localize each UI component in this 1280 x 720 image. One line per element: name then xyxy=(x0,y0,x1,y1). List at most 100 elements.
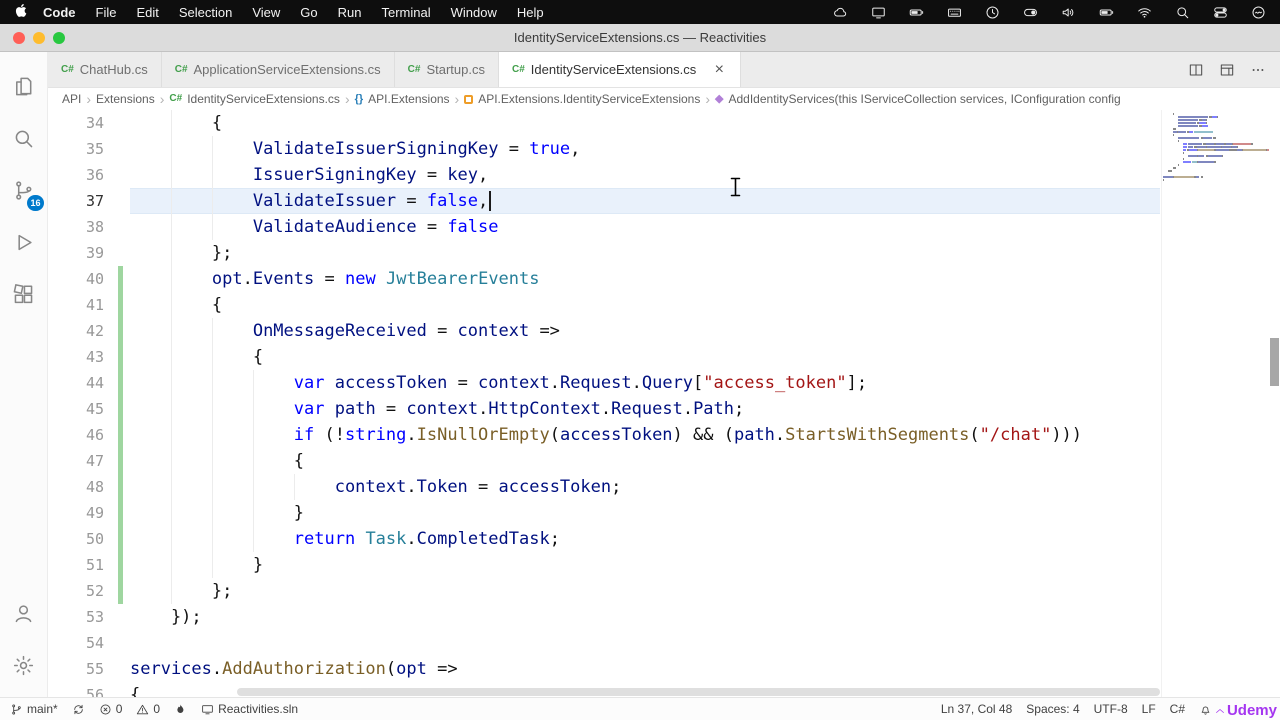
code-line-51[interactable]: } xyxy=(130,552,1160,578)
minimap-line xyxy=(1163,149,1269,151)
line-number[interactable]: 37 xyxy=(48,188,130,214)
code-line-55[interactable]: services.AddAuthorization(opt => xyxy=(130,656,1160,682)
activity-extensions-icon[interactable] xyxy=(0,268,48,320)
activity-source-control-icon[interactable]: 16 xyxy=(0,164,48,216)
cloud-icon[interactable] xyxy=(833,5,848,20)
close-tab-icon[interactable]: × xyxy=(711,61,727,78)
code-line-36[interactable]: IssuerSigningKey = key, xyxy=(130,162,1160,188)
tab-Startup.cs[interactable]: C# Startup.cs xyxy=(394,52,499,87)
status-errors[interactable]: 0 xyxy=(99,702,122,716)
code-line-35[interactable]: ValidateIssuerSigningKey = true, xyxy=(130,136,1160,162)
status-warnings[interactable]: 0 xyxy=(136,702,160,716)
breadcrumb-item[interactable]: API xyxy=(62,92,81,106)
layout-icon[interactable] xyxy=(1219,62,1235,78)
code-line-37[interactable]: ValidateIssuer = false, xyxy=(130,188,1160,214)
minimap[interactable] xyxy=(1161,110,1269,697)
menu-code[interactable]: Code xyxy=(33,5,86,20)
line-number[interactable]: 55 xyxy=(48,656,130,682)
tab-ApplicationServiceExtensions.cs[interactable]: C# ApplicationServiceExtensions.cs xyxy=(161,52,395,87)
menu-go[interactable]: Go xyxy=(290,5,327,20)
breadcrumb-item[interactable]: Extensions xyxy=(96,92,155,106)
code-line-40[interactable]: opt.Events = new JwtBearerEvents xyxy=(130,266,1160,292)
siri-icon[interactable] xyxy=(1251,5,1266,20)
line-number[interactable]: 34 xyxy=(48,110,130,136)
menu-terminal[interactable]: Terminal xyxy=(372,5,441,20)
tab-IdentityServiceExtensions.cs[interactable]: C# IdentityServiceExtensions.cs × xyxy=(499,52,742,87)
code-line-39[interactable]: }; xyxy=(130,240,1160,266)
apple-menu[interactable] xyxy=(14,3,29,21)
keyboard-icon[interactable] xyxy=(947,5,962,20)
code-line-50[interactable]: return Task.CompletedTask; xyxy=(130,526,1160,552)
horizontal-scrollbar[interactable] xyxy=(237,688,1160,696)
code-line-38[interactable]: ValidateAudience = false xyxy=(130,214,1160,240)
tab-ChatHub.cs[interactable]: C# ChatHub.cs xyxy=(48,52,162,87)
clock-icon[interactable] xyxy=(985,5,1000,20)
line-number[interactable]: 54 xyxy=(48,630,130,656)
battery-icon[interactable] xyxy=(1099,5,1114,20)
zoom-window-button[interactable] xyxy=(53,32,65,44)
status-solution[interactable]: Reactivities.sln xyxy=(201,702,298,716)
code-line-48[interactable]: context.Token = accessToken; xyxy=(130,474,1160,500)
breadcrumb-item[interactable]: ◆ AddIdentityServices(this IServiceCollec… xyxy=(715,92,1121,106)
activity-settings-gear-icon[interactable] xyxy=(0,639,48,691)
battery-icon[interactable] xyxy=(909,5,924,20)
activity-account-icon[interactable] xyxy=(0,587,48,639)
code-line-54[interactable] xyxy=(130,630,1160,656)
status-eol[interactable]: LF xyxy=(1142,702,1156,716)
status-encoding[interactable]: UTF-8 xyxy=(1094,702,1128,716)
status-notifications[interactable] xyxy=(1199,703,1212,716)
menu-help[interactable]: Help xyxy=(507,5,554,20)
status-cursor-position[interactable]: Ln 37, Col 48 xyxy=(941,702,1012,716)
code-line-46[interactable]: if (!string.IsNullOrEmpty(accessToken) &… xyxy=(130,422,1160,448)
code-line-47[interactable]: { xyxy=(130,448,1160,474)
line-number[interactable]: 36 xyxy=(48,162,130,188)
line-number[interactable]: 53 xyxy=(48,604,130,630)
line-number[interactable]: 56 xyxy=(48,682,130,697)
line-number[interactable]: 39 xyxy=(48,240,130,266)
menu-run[interactable]: Run xyxy=(328,5,372,20)
code-line-52[interactable]: }; xyxy=(130,578,1160,604)
window-title-bar[interactable]: IdentityServiceExtensions.cs — Reactivit… xyxy=(0,24,1280,52)
volume-icon[interactable] xyxy=(1061,5,1076,20)
status-git-branch[interactable]: main* xyxy=(10,702,58,716)
code-line-42[interactable]: OnMessageReceived = context => xyxy=(130,318,1160,344)
activity-search-icon[interactable] xyxy=(0,112,48,164)
apple-icon[interactable] xyxy=(14,3,29,18)
code-line-41[interactable]: { xyxy=(130,292,1160,318)
line-number[interactable]: 35 xyxy=(48,136,130,162)
vertical-scrollbar[interactable] xyxy=(1269,110,1280,697)
code-line-34[interactable]: { xyxy=(130,110,1160,136)
status-omnisharp-flame[interactable] xyxy=(174,703,187,716)
menu-edit[interactable]: Edit xyxy=(126,5,168,20)
code-line-49[interactable]: } xyxy=(130,500,1160,526)
more-actions-icon[interactable] xyxy=(1250,62,1266,78)
vertical-scrollbar-thumb[interactable] xyxy=(1270,338,1279,386)
code-line-43[interactable]: { xyxy=(130,344,1160,370)
breadcrumb-item[interactable]: API.Extensions.IdentityServiceExtensions xyxy=(464,92,700,106)
code-area[interactable]: { ValidateIssuerSigningKey = true, Issue… xyxy=(130,110,1160,697)
spotlight-search-icon[interactable] xyxy=(1175,5,1190,20)
screen: Code File Edit Selection View Go Run Terminal Wi… xyxy=(0,0,1280,720)
control-center-icon[interactable] xyxy=(1213,5,1228,20)
display-icon[interactable] xyxy=(871,5,886,20)
breadcrumb-item[interactable]: C# IdentityServiceExtensions.cs xyxy=(169,92,340,106)
status-indentation[interactable]: Spaces: 4 xyxy=(1026,702,1079,716)
minimize-window-button[interactable] xyxy=(33,32,45,44)
menu-selection[interactable]: Selection xyxy=(169,5,242,20)
menu-window[interactable]: Window xyxy=(441,5,507,20)
status-language-mode[interactable]: C# xyxy=(1170,702,1185,716)
close-window-button[interactable] xyxy=(13,32,25,44)
code-line-44[interactable]: var accessToken = context.Request.Query[… xyxy=(130,370,1160,396)
code-line-45[interactable]: var path = context.HttpContext.Request.P… xyxy=(130,396,1160,422)
code-line-53[interactable]: }); xyxy=(130,604,1160,630)
wifi-icon[interactable] xyxy=(1137,5,1152,20)
toggle-icon[interactable] xyxy=(1023,5,1038,20)
activity-run-debug-icon[interactable] xyxy=(0,216,48,268)
menu-view[interactable]: View xyxy=(242,5,290,20)
status-sync[interactable] xyxy=(72,703,85,716)
breadcrumb-item[interactable]: {} API.Extensions xyxy=(355,92,450,106)
activity-files-icon[interactable] xyxy=(0,60,48,112)
menu-file[interactable]: File xyxy=(86,5,127,20)
split-editor-icon[interactable] xyxy=(1188,62,1204,78)
line-number[interactable]: 38 xyxy=(48,214,130,240)
